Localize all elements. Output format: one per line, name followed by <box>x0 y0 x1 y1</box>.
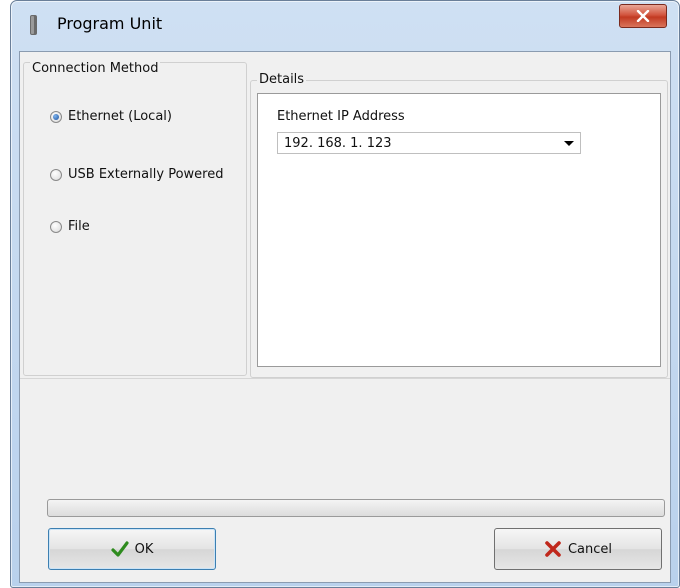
close-icon <box>636 10 650 22</box>
cancel-label: Cancel <box>567 541 613 557</box>
close-button[interactable] <box>619 4 667 28</box>
details-group: Details Ethernet IP Address 192. 168. 1.… <box>250 72 668 378</box>
radio-button-selected[interactable] <box>50 110 62 123</box>
radio-label: File <box>68 219 90 234</box>
title-bar[interactable]: Program Unit <box>11 1 679 43</box>
ethernet-ip-dropdown[interactable]: 192. 168. 1. 123 <box>277 132 581 154</box>
details-legend: Details <box>257 72 307 87</box>
ok-label: OK <box>134 541 154 557</box>
connection-method-group: Connection Method Ethernet (Local) USB E… <box>23 62 247 376</box>
cancel-button[interactable]: Cancel <box>494 528 662 570</box>
ok-button[interactable]: OK <box>48 528 216 570</box>
settings-area: Connection Method Ethernet (Local) USB E… <box>20 52 670 379</box>
red-x-icon <box>545 541 561 557</box>
window-title: Program Unit <box>57 14 163 33</box>
radio-file[interactable]: File <box>50 219 90 234</box>
radio-usb-externally-powered[interactable]: USB Externally Powered <box>50 167 223 182</box>
progress-bar <box>47 499 665 517</box>
radio-dot-icon <box>53 113 59 120</box>
radio-label: Ethernet (Local) <box>68 109 172 124</box>
app-icon <box>30 15 37 35</box>
checkmark-icon <box>111 541 129 557</box>
program-unit-dialog: Program Unit Connection Method Ethernet … <box>10 0 680 588</box>
radio-ethernet-local[interactable]: Ethernet (Local) <box>50 109 172 124</box>
ip-address-value: 192. 168. 1. 123 <box>284 136 392 151</box>
details-panel: Ethernet IP Address 192. 168. 1. 123 <box>257 93 661 367</box>
radio-button[interactable] <box>50 220 62 233</box>
chevron-down-icon[interactable] <box>564 141 574 146</box>
ethernet-ip-label: Ethernet IP Address <box>277 109 405 124</box>
radio-label: USB Externally Powered <box>68 167 224 182</box>
connection-method-legend: Connection Method <box>30 61 161 76</box>
dialog-body: Connection Method Ethernet (Local) USB E… <box>19 51 671 583</box>
radio-button[interactable] <box>50 168 62 181</box>
